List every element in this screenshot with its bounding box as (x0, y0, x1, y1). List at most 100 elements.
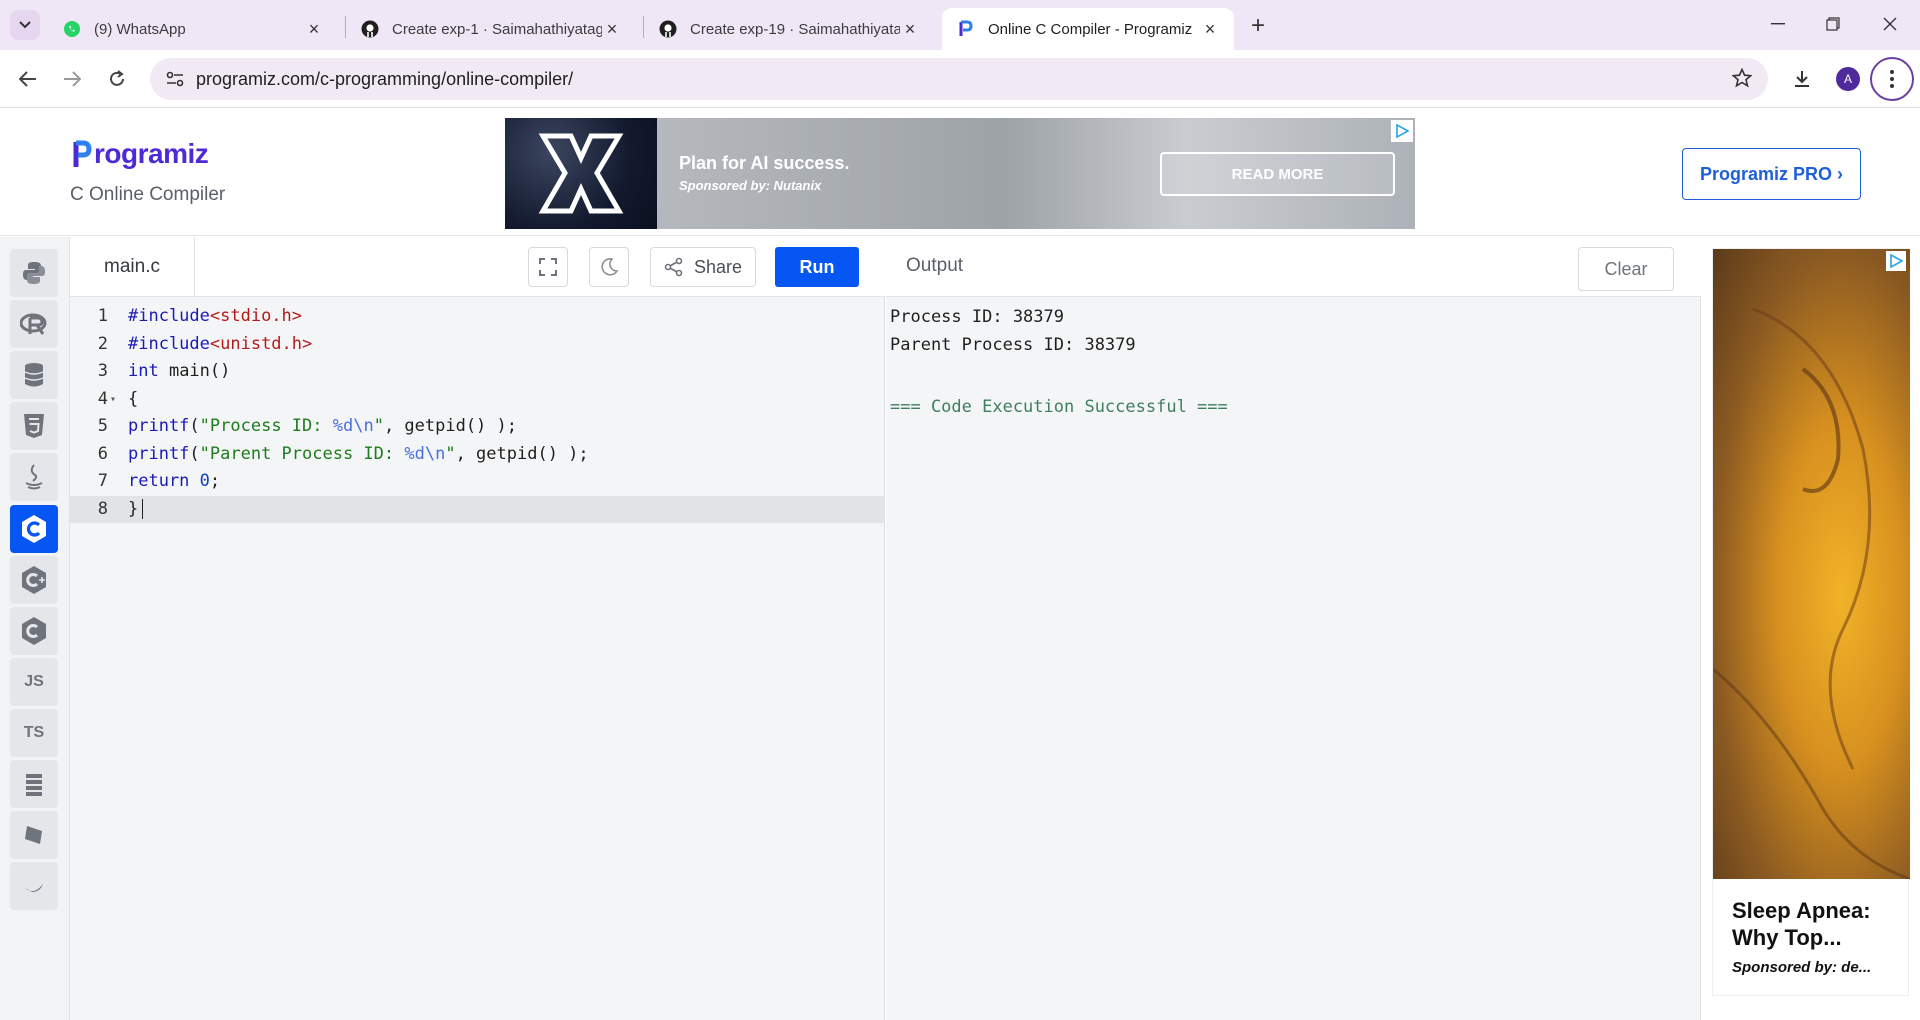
run-button[interactable]: Run (775, 247, 859, 287)
clear-button[interactable]: Clear (1578, 247, 1674, 291)
language-sidebar: JS TS (0, 237, 70, 1020)
side-ad-title: Sleep Apnea: Why Top... (1732, 898, 1871, 950)
line-number: 5 (97, 416, 108, 436)
code-line: 3 int main() (70, 358, 885, 386)
github-icon (360, 19, 380, 39)
share-label: Share (693, 256, 743, 277)
download-icon (1795, 71, 1809, 87)
browser-tab-github-exp19[interactable]: Create exp-19 · Saimahathiyata × (644, 8, 934, 50)
line-number: 2 (97, 333, 108, 354)
browser-tab-github-exp1[interactable]: Create exp-1 · Saimahathiyatagi × (346, 8, 636, 50)
tab-title: Create exp-1 · Saimahathiyatagi (392, 20, 602, 38)
profile-button[interactable]: A (1832, 63, 1864, 95)
ad-image (505, 118, 657, 229)
close-tab-icon[interactable]: × (900, 19, 920, 39)
bookmark-star-icon[interactable] (1731, 67, 1753, 93)
c-icon[interactable] (10, 505, 58, 553)
close-tab-icon[interactable]: × (602, 19, 622, 39)
ad-title: Plan for AI success. (679, 153, 850, 173)
code-line: 6 printf("Parent Process ID: %d\n", getp… (70, 441, 885, 469)
browser-tab-whatsapp[interactable]: (9) WhatsApp × (48, 8, 338, 50)
chevron-down-icon (19, 21, 31, 29)
new-tab-button[interactable]: + (1244, 12, 1272, 40)
r-icon[interactable] (10, 300, 58, 348)
ad-read-more-button[interactable]: READ MORE (1160, 152, 1395, 196)
sql-icon[interactable] (10, 351, 58, 399)
swift-icon[interactable] (10, 862, 58, 910)
more-vertical-icon (1890, 70, 1894, 88)
line-number: 8 (97, 498, 108, 519)
html5-icon[interactable] (10, 402, 58, 450)
line-number: 4 (97, 388, 108, 409)
whatsapp-icon (62, 19, 82, 39)
side-ad-image (1712, 249, 1911, 881)
ad-banner[interactable]: Plan for AI success. Sponsored by: Nutan… (505, 118, 1415, 229)
tab-title: (9) WhatsApp (94, 20, 186, 38)
close-tab-icon[interactable]: × (304, 19, 324, 39)
downloads-button[interactable] (1786, 63, 1818, 95)
fold-arrow-icon[interactable]: ▾ (110, 386, 116, 414)
programiz-logo[interactable]: rogramiz (72, 138, 209, 170)
page-subtitle: C Online Compiler (70, 184, 226, 205)
forward-button[interactable] (56, 63, 88, 95)
avatar: A (1836, 67, 1860, 91)
close-tab-icon[interactable]: × (1200, 19, 1220, 39)
php-icon[interactable] (10, 811, 58, 859)
csharp-icon[interactable] (10, 607, 58, 655)
ad-choices-icon[interactable] (1391, 120, 1413, 142)
ad-choices-icon[interactable] (1886, 251, 1906, 271)
moon-icon (601, 258, 619, 276)
close-window-button[interactable] (1870, 8, 1910, 40)
execution-status: === Code Execution Successful === (890, 397, 1228, 417)
arrow-right-icon (64, 71, 81, 87)
text-cursor (142, 498, 144, 519)
browser-tab-bar: (9) WhatsApp × Create exp-1 · Saimahathi… (0, 0, 1920, 50)
js-icon[interactable]: JS (10, 658, 58, 706)
ts-icon[interactable]: TS (10, 709, 58, 757)
output-title: Output (906, 255, 964, 276)
file-tab-main-c[interactable]: main.c (70, 237, 195, 297)
line-number: 1 (97, 306, 108, 326)
code-editor[interactable]: 1 #include<stdio.h> 2 #include<unistd.h>… (70, 297, 885, 1020)
tab-title: Online C Compiler - Programiz (988, 20, 1193, 38)
code-line: 5 printf("Process ID: %d\n", getpid() ); (70, 413, 885, 441)
code-line: 1 #include<stdio.h> (70, 303, 885, 331)
programiz-logo-mark (73, 140, 92, 167)
cpp-icon[interactable] (10, 556, 58, 604)
site-info-icon[interactable] (164, 68, 186, 90)
code-line-current: 8 } (70, 495, 885, 523)
code-line: 2 #include<unistd.h> (70, 331, 885, 359)
url-text: programiz.com/c-programming/online-compi… (196, 68, 574, 89)
dark-mode-toggle[interactable] (589, 247, 629, 287)
line-number: 3 (97, 361, 108, 381)
python-icon[interactable] (10, 249, 58, 297)
share-button[interactable]: Share (650, 247, 756, 287)
browser-menu-button[interactable] (1870, 57, 1914, 101)
side-ad-sponsor: Sponsored by: de... (1732, 959, 1872, 976)
reload-button[interactable] (101, 63, 133, 95)
back-button[interactable] (12, 63, 44, 95)
ad-sponsor: Sponsored by: Nutanix (679, 178, 822, 193)
logo-wordmark: rogramiz (94, 138, 209, 169)
site-header: rogramiz C Online Compiler Plan for AI s… (0, 108, 1920, 236)
reload-icon (110, 70, 124, 86)
java-icon[interactable] (10, 453, 58, 501)
code-line: 7 return 0; (70, 468, 885, 496)
side-ad[interactable]: Sleep Apnea: Why Top... Sponsored by: de… (1712, 248, 1911, 996)
share-icon (664, 257, 683, 277)
output-panel: Process ID: 38379 Parent Process ID: 383… (886, 297, 1701, 1020)
tab-search-button[interactable] (10, 10, 40, 40)
address-bar[interactable]: programiz.com/c-programming/online-compi… (150, 58, 1768, 100)
output-line: Process ID: 38379 (890, 307, 1064, 327)
arrow-left-icon (19, 71, 36, 87)
programiz-pro-button[interactable]: Programiz PRO › (1682, 148, 1861, 200)
restore-button[interactable] (1813, 8, 1853, 40)
minimize-button[interactable] (1758, 8, 1798, 40)
programiz-icon (956, 19, 976, 39)
line-number: 6 (97, 443, 108, 464)
fullscreen-button[interactable] (528, 247, 568, 287)
golang-icon[interactable] (10, 760, 58, 808)
editor-toolbar: main.c Share Run (70, 237, 885, 297)
tab-title: Create exp-19 · Saimahathiyata (690, 20, 900, 38)
browser-tab-programiz[interactable]: Online C Compiler - Programiz × (942, 8, 1234, 50)
